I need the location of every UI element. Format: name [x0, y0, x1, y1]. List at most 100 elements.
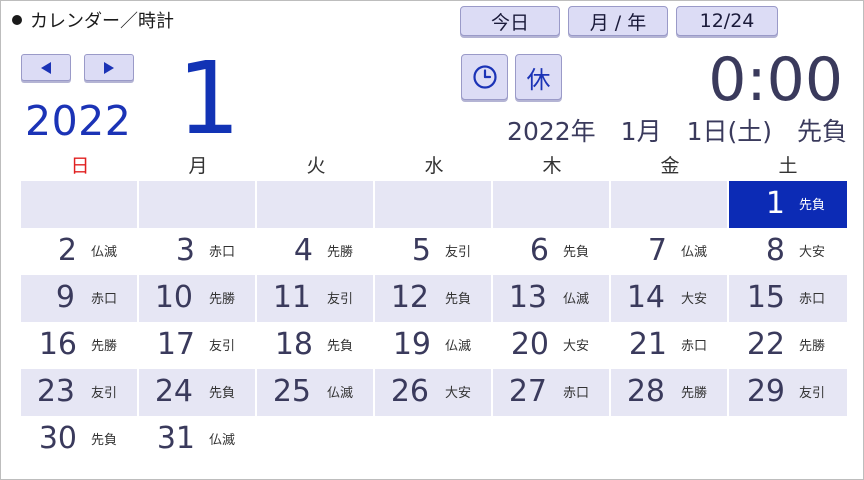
calendar-week-row: 16 先勝 17 友引 18 先負 19 仏滅 20 大安 21 赤口 22 先勝 — [21, 322, 847, 369]
day-number: 18 — [274, 327, 313, 362]
calendar-day-cell[interactable]: 22 先勝 — [729, 322, 847, 369]
holiday-button[interactable]: 休 — [515, 54, 562, 100]
calendar-day-cell[interactable]: 4 先勝 — [257, 228, 375, 275]
calendar-day-cell[interactable]: 24 先負 — [139, 369, 257, 416]
clock-icon — [472, 65, 497, 89]
rokuyo-label: 先負 — [563, 245, 590, 260]
calendar-day-cell[interactable]: 23 友引 — [21, 369, 139, 416]
calendar-day-cell[interactable]: 7 仏滅 — [611, 228, 729, 275]
rokuyo-label: 大安 — [445, 386, 472, 401]
calendar-week-row: 23 友引 24 先負 25 仏滅 26 大安 27 赤口 28 先勝 29 友引 — [21, 369, 847, 416]
day-number: 25 — [272, 374, 311, 409]
weekday-monday: 月 — [188, 155, 208, 177]
year-display: 2022 — [25, 97, 132, 145]
month-display: 1 — [177, 40, 241, 157]
calendar-empty-cell — [257, 416, 375, 463]
calendar-day-cell[interactable]: 27 赤口 — [493, 369, 611, 416]
previous-month-button[interactable] — [21, 54, 71, 81]
day-number: 30 — [38, 421, 77, 456]
date-jump-button[interactable]: 12/24 — [676, 6, 778, 36]
rokuyo-label: 友引 — [445, 245, 472, 260]
day-number: 28 — [626, 374, 665, 409]
calendar-day-cell[interactable]: 25 仏滅 — [257, 369, 375, 416]
calendar-day-cell[interactable]: 3 赤口 — [139, 228, 257, 275]
rokuyo-label: 友引 — [327, 292, 354, 307]
weekday-tuesday: 火 — [306, 155, 326, 177]
calendar-empty-cell — [611, 181, 729, 228]
calendar-day-cell[interactable]: 12 先負 — [375, 275, 493, 322]
rokuyo-label: 仏滅 — [445, 339, 472, 354]
full-date-display: 2022年 1月 1日(土) 先負 — [507, 117, 847, 146]
calendar-day-cell[interactable]: 14 大安 — [611, 275, 729, 322]
day-number: 31 — [156, 421, 195, 456]
rokuyo-label: 先勝 — [681, 386, 708, 401]
calendar-day-cell[interactable]: 15 赤口 — [729, 275, 847, 322]
rokuyo-label: 仏滅 — [327, 386, 354, 401]
calendar-day-cell[interactable]: 20 大安 — [493, 322, 611, 369]
weekday-friday: 金 — [660, 155, 680, 177]
rokuyo-label: 友引 — [799, 386, 826, 401]
calendar-day-cell[interactable]: 29 友引 — [729, 369, 847, 416]
calendar-day-cell[interactable]: 5 友引 — [375, 228, 493, 275]
calendar-day-cell[interactable]: 30 先負 — [21, 416, 139, 463]
today-button[interactable]: 今日 — [460, 6, 560, 36]
calendar-day-cell[interactable]: 6 先負 — [493, 228, 611, 275]
calendar-day-cell[interactable]: 26 大安 — [375, 369, 493, 416]
calendar-day-cell[interactable]: 18 先負 — [257, 322, 375, 369]
weekday-thursday: 木 — [542, 155, 562, 177]
calendar-day-cell[interactable]: 19 仏滅 — [375, 322, 493, 369]
calendar-day-cell[interactable]: 10 先勝 — [139, 275, 257, 322]
right-arrow-icon — [104, 61, 114, 74]
calendar-day-cell[interactable]: 1 先負 — [729, 181, 847, 228]
rokuyo-label: 先勝 — [799, 339, 826, 354]
day-number: 6 — [529, 233, 549, 268]
calendar-day-cell[interactable]: 21 赤口 — [611, 322, 729, 369]
calendar-day-cell[interactable]: 8 大安 — [729, 228, 847, 275]
month-year-button[interactable]: 月 / 年 — [568, 6, 668, 36]
time-display: 0:00 — [708, 45, 843, 115]
rokuyo-label: 友引 — [91, 386, 118, 401]
day-number: 1 — [765, 186, 785, 221]
day-number: 2 — [57, 233, 77, 268]
weekday-wednesday: 水 — [424, 155, 444, 177]
rokuyo-label: 赤口 — [681, 339, 708, 354]
rokuyo-label: 仏滅 — [681, 245, 708, 260]
calendar-day-cell[interactable]: 2 仏滅 — [21, 228, 139, 275]
clock-button[interactable] — [461, 54, 508, 100]
rokuyo-label: 赤口 — [91, 292, 118, 307]
day-number: 27 — [508, 374, 547, 409]
calendar-day-cell[interactable]: 13 仏滅 — [493, 275, 611, 322]
day-number: 12 — [390, 280, 429, 315]
calendar-grid: 1 先負 2 仏滅 3 赤口 4 先勝 5 友引 6 先負 7 仏滅 8 大安 9 赤口 10 先勝 11 友引 12 先負 1… — [21, 181, 847, 463]
calendar-week-row: 1 先負 — [21, 181, 847, 228]
day-number: 29 — [746, 374, 785, 409]
calendar-week-row: 30 先負 31 仏滅 — [21, 416, 847, 463]
rokuyo-label: 先負 — [327, 339, 354, 354]
rokuyo-label: 先負 — [91, 433, 118, 448]
day-number: 4 — [293, 233, 313, 268]
rokuyo-label: 先勝 — [327, 245, 354, 260]
day-number: 10 — [154, 280, 193, 315]
rokuyo-label: 大安 — [681, 292, 708, 307]
day-number: 17 — [156, 327, 195, 362]
calendar-day-cell[interactable]: 28 先勝 — [611, 369, 729, 416]
calendar-empty-cell — [139, 181, 257, 228]
calendar-day-cell[interactable]: 31 仏滅 — [139, 416, 257, 463]
calendar-day-cell[interactable]: 16 先勝 — [21, 322, 139, 369]
rokuyo-label: 仏滅 — [91, 245, 118, 260]
weekday-header: 日 月 火 水 木 金 土 — [21, 152, 847, 180]
day-number: 7 — [647, 233, 667, 268]
day-number: 16 — [38, 327, 77, 362]
rokuyo-label: 友引 — [209, 339, 236, 354]
calendar-day-cell[interactable]: 11 友引 — [257, 275, 375, 322]
day-number: 14 — [626, 280, 665, 315]
weekday-saturday: 土 — [778, 155, 798, 177]
calendar-empty-cell — [493, 416, 611, 463]
day-number: 22 — [746, 327, 785, 362]
calendar-week-row: 9 赤口 10 先勝 11 友引 12 先負 13 仏滅 14 大安 15 赤口 — [21, 275, 847, 322]
calendar-empty-cell — [375, 181, 493, 228]
next-month-button[interactable] — [84, 54, 134, 81]
day-number: 19 — [392, 327, 431, 362]
calendar-day-cell[interactable]: 17 友引 — [139, 322, 257, 369]
calendar-day-cell[interactable]: 9 赤口 — [21, 275, 139, 322]
